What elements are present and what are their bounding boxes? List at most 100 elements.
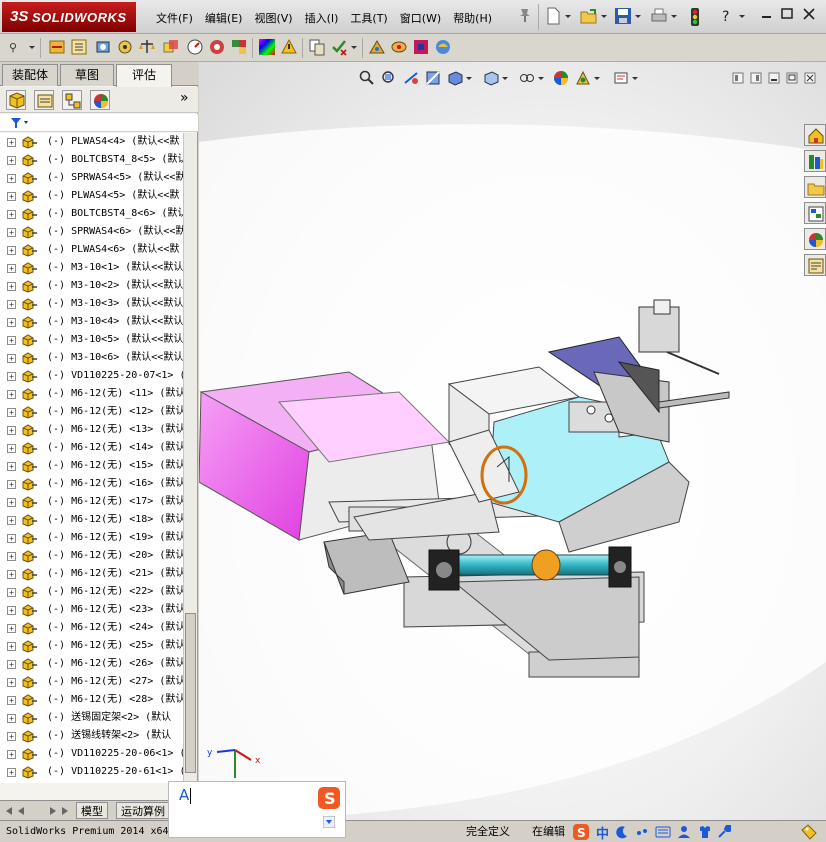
menu-window[interactable]: 窗口(W) — [394, 10, 447, 28]
section-properties-icon[interactable] — [94, 38, 112, 56]
expand-toggle-icon[interactable]: + — [7, 534, 16, 543]
chevron-down-icon[interactable] — [634, 7, 642, 27]
document-minimize-icon[interactable] — [768, 72, 780, 84]
chevron-down-icon[interactable] — [738, 7, 746, 27]
document-close-icon[interactable] — [804, 72, 816, 84]
restore-window-icon[interactable] — [780, 7, 794, 27]
close-window-icon[interactable] — [802, 7, 816, 27]
curvature-warning-icon[interactable] — [280, 38, 298, 56]
tree-item[interactable]: + (-) PLWAS4<5> (默认<<默 — [0, 187, 183, 205]
expand-toggle-icon[interactable]: + — [7, 174, 16, 183]
graphics-area[interactable]: x y — [199, 62, 826, 820]
costing-icon[interactable] — [390, 38, 408, 56]
tree-item[interactable]: + (-) M6-12(无) <11> (默认 — [0, 385, 183, 403]
tree-item[interactable]: + (-) M6-12(无) <18> (默认 — [0, 511, 183, 529]
chevron-down-icon[interactable] — [465, 70, 473, 86]
sogou-logo-icon[interactable]: S — [572, 823, 590, 841]
tree-item[interactable]: + (-) VD110225-20-07<1> ( — [0, 367, 183, 385]
chevron-down-icon[interactable] — [28, 38, 36, 56]
tree-item[interactable]: + (-) M6-12(无) <27> (默认 — [0, 673, 183, 691]
hide-show-items-icon[interactable] — [519, 70, 535, 86]
rebuild-traffic-light-icon[interactable] — [690, 7, 700, 27]
tree-item[interactable]: + (-) M6-12(无) <12> (默认 — [0, 403, 183, 421]
feature-manager-tree-icon[interactable] — [6, 90, 26, 110]
chevron-down-icon[interactable] — [537, 70, 545, 86]
tree-item[interactable]: + (-) M3-10<3> (默认<<默认 — [0, 295, 183, 313]
chevron-down-icon[interactable] — [670, 7, 678, 27]
sensor-icon[interactable] — [116, 38, 134, 56]
expand-toggle-icon[interactable]: + — [7, 768, 16, 777]
tree-item[interactable]: + (-) BOLTCBST4_8<5> (默认 — [0, 151, 183, 169]
tab-motion-study[interactable]: 运动算例 — [116, 802, 170, 819]
custom-properties-icon[interactable] — [804, 254, 826, 276]
chevron-down-icon[interactable] — [631, 70, 639, 86]
expand-toggle-icon[interactable]: + — [7, 300, 16, 309]
filter-icon[interactable] — [10, 117, 30, 129]
expand-toggle-icon[interactable]: + — [7, 516, 16, 525]
expand-toggle-icon[interactable]: + — [7, 354, 16, 363]
tile-window-icon[interactable] — [732, 72, 744, 84]
expand-toggle-icon[interactable]: + — [7, 264, 16, 273]
tree-item[interactable]: + (-) M6-12(无) <20> (默认 — [0, 547, 183, 565]
view-palette-icon[interactable] — [804, 202, 826, 224]
simulation-icon[interactable] — [368, 38, 386, 56]
tile-window-alt-icon[interactable] — [750, 72, 762, 84]
scrollbar-thumb[interactable] — [185, 613, 196, 773]
view-orientation-icon[interactable] — [447, 70, 463, 86]
ime-candidate-window[interactable]: A S — [168, 781, 346, 838]
tree-item[interactable]: + (-) SPRWAS4<6> (默认<<默 — [0, 223, 183, 241]
zoom-to-fit-icon[interactable] — [359, 70, 375, 86]
expand-toggle-icon[interactable]: + — [7, 714, 16, 723]
chevron-down-icon[interactable] — [593, 70, 601, 86]
options-icon[interactable]: ⚲ — [8, 38, 26, 56]
tree-item[interactable]: + (-) M3-10<4> (默认<<默认 — [0, 313, 183, 331]
expand-toggle-icon[interactable]: + — [7, 390, 16, 399]
punctuation-icon[interactable] — [635, 825, 649, 839]
tree-item[interactable]: + (-) M6-12(无) <21> (默认 — [0, 565, 183, 583]
tree-item[interactable]: + (-) M6-12(无) <14> (默认 — [0, 439, 183, 457]
expand-toggle-icon[interactable]: + — [7, 372, 16, 381]
tree-item[interactable]: + (-) M6-12(无) <15> (默认 — [0, 457, 183, 475]
menu-edit[interactable]: 编辑(E) — [199, 10, 249, 28]
expand-toggle-icon[interactable]: + — [7, 426, 16, 435]
document-restore-icon[interactable] — [786, 72, 798, 84]
tree-item[interactable]: + (-) M3-10<2> (默认<<默认 — [0, 277, 183, 295]
wrench-settings-icon[interactable] — [717, 825, 732, 839]
section-view-icon[interactable] — [425, 70, 441, 86]
help-question-icon[interactable]: ? — [720, 7, 734, 27]
expand-toggle-icon[interactable]: + — [7, 606, 16, 615]
tree-item[interactable]: + (-) VD110225-20-61<1> ( — [0, 763, 183, 781]
menu-view[interactable]: 视图(V) — [248, 10, 298, 28]
file-explorer-icon[interactable] — [804, 176, 826, 198]
user-icon[interactable] — [677, 825, 691, 839]
tab-scroll-arrows-icon[interactable] — [4, 805, 68, 817]
apply-scene-icon[interactable] — [575, 70, 591, 86]
check-icon[interactable] — [330, 38, 348, 56]
tree-item[interactable]: + (-) PLWAS4<4> (默认<<默 — [0, 133, 183, 151]
expand-toggle-icon[interactable]: + — [7, 552, 16, 561]
save-icon[interactable] — [614, 7, 632, 27]
tree-item[interactable]: + (-) M6-12(无) <28> (默认 — [0, 691, 183, 709]
tree-item[interactable]: + (-) BOLTCBST4_8<6> (默认 — [0, 205, 183, 223]
tree-item[interactable]: + (-) M6-12(无) <13> (默认 — [0, 421, 183, 439]
chevron-down-icon[interactable] — [501, 70, 509, 86]
tab-assembly[interactable]: 装配体 — [2, 64, 58, 86]
edit-appearance-icon[interactable] — [553, 70, 569, 86]
expand-toggle-icon[interactable]: + — [7, 156, 16, 165]
chevron-down-icon[interactable] — [600, 7, 608, 27]
ime-dropdown-chevron-icon[interactable] — [323, 816, 335, 828]
expand-toggle-icon[interactable]: + — [7, 480, 16, 489]
expand-toggle-icon[interactable]: + — [7, 228, 16, 237]
tree-item[interactable]: + (-) M3-10<5> (默认<<默认 — [0, 331, 183, 349]
tree-item[interactable]: + (-) VD110225-20-06<1> ( — [0, 745, 183, 763]
tree-item[interactable]: + (-) M3-10<6> (默认<<默认 — [0, 349, 183, 367]
open-folder-icon[interactable] — [580, 7, 598, 27]
display-manager-icon[interactable] — [90, 90, 110, 110]
expand-toggle-icon[interactable]: + — [7, 732, 16, 741]
ime-language-toggle[interactable]: 中 — [596, 823, 609, 842]
menu-file[interactable]: 文件(F) — [150, 10, 199, 28]
new-document-icon[interactable] — [546, 7, 560, 27]
tree-item[interactable]: + (-) M6-12(无) <23> (默认 — [0, 601, 183, 619]
design-library-icon[interactable] — [804, 150, 826, 172]
pin-icon[interactable] — [518, 7, 532, 27]
